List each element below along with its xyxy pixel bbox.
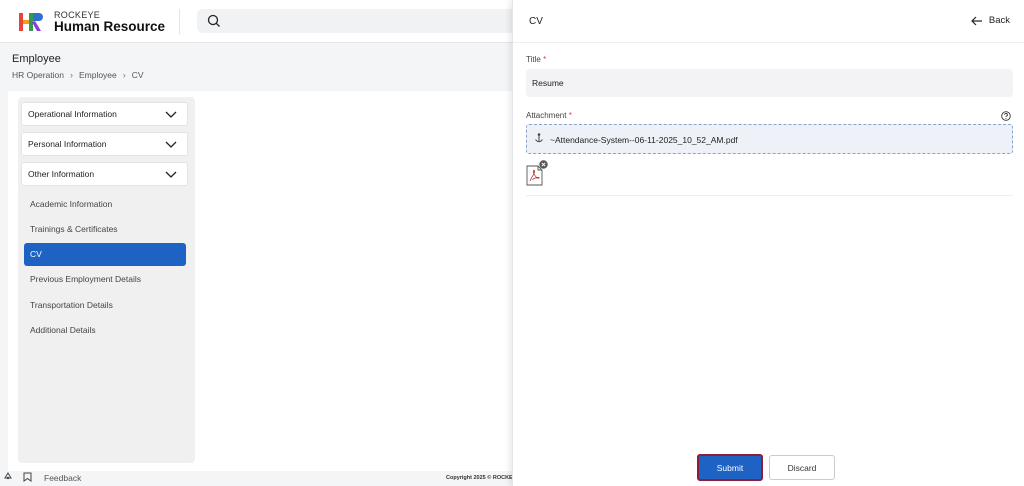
accordion-label: Operational Information (28, 109, 117, 119)
page-title: Employee (12, 53, 61, 65)
remove-file-icon[interactable] (539, 160, 548, 169)
chevron-down-icon (165, 111, 177, 118)
submit-button[interactable]: Submit (697, 454, 763, 481)
anchor-icon (535, 133, 543, 143)
header-divider (513, 42, 1024, 43)
chevron-right-icon: › (69, 70, 73, 80)
bookmark-icon[interactable] (23, 472, 32, 482)
title-field-label: Title * (526, 55, 546, 64)
required-mark: * (568, 111, 572, 120)
search-input[interactable] (197, 9, 517, 33)
copyright-text: Copyright 2025 © ROCKEYE (446, 475, 512, 481)
nav-item-academic-information[interactable]: Academic Information (24, 193, 186, 216)
accordion-personal-information[interactable]: Personal Information (21, 132, 188, 156)
chevron-down-icon (165, 141, 177, 148)
chevron-down-icon (165, 171, 177, 178)
breadcrumb: HR Operation › Employee › CV (12, 70, 144, 80)
attachment-dropzone[interactable]: ~Attendance-System--06-11-2025_10_52_AM.… (526, 124, 1013, 154)
back-label: Back (988, 15, 1010, 26)
title-label-text: Title (526, 55, 541, 64)
nav-item-transportation-details[interactable]: Transportation Details (24, 294, 186, 317)
required-mark: * (543, 55, 547, 64)
accordion-label: Other Information (28, 169, 95, 179)
nav-item-previous-employment-details[interactable]: Previous Employment Details (24, 268, 186, 291)
attachment-filename: ~Attendance-System--06-11-2025_10_52_AM.… (550, 135, 738, 145)
attachment-divider (526, 195, 1013, 196)
brand-divider (179, 9, 180, 34)
discard-button[interactable]: Discard (769, 455, 835, 480)
title-input[interactable]: Resume (526, 69, 1013, 97)
drawer-title: CV (529, 16, 543, 27)
back-button[interactable]: Back (971, 15, 1010, 26)
breadcrumb-item-cv: CV (131, 70, 144, 80)
arrow-left-icon (971, 16, 982, 25)
chevron-right-icon: › (122, 70, 126, 80)
accordion-other-information[interactable]: Other Information (21, 162, 188, 186)
breadcrumb-item-hr-operation[interactable]: HR Operation (12, 70, 64, 80)
accordion-operational-information[interactable]: Operational Information (21, 102, 188, 126)
search-icon (207, 14, 220, 27)
attachment-field-label: Attachment * (526, 111, 572, 120)
attachment-label-text: Attachment (526, 111, 567, 120)
hr-logo-icon[interactable] (19, 11, 43, 33)
brand-name-main: Human Resource (54, 19, 166, 34)
cv-drawer: CV Back Title * Resume Attachment * ~Att… (512, 0, 1024, 486)
feedback-link[interactable]: Feedback (44, 473, 81, 483)
recycle-icon[interactable] (3, 472, 13, 482)
help-icon[interactable] (1001, 111, 1011, 121)
nav-item-cv[interactable]: CV (24, 243, 186, 266)
nav-item-additional-details[interactable]: Additional Details (24, 319, 186, 342)
breadcrumb-item-employee[interactable]: Employee (79, 70, 117, 80)
accordion-label: Personal Information (28, 139, 107, 149)
nav-item-trainings-certificates[interactable]: Trainings & Certificates (24, 218, 186, 241)
